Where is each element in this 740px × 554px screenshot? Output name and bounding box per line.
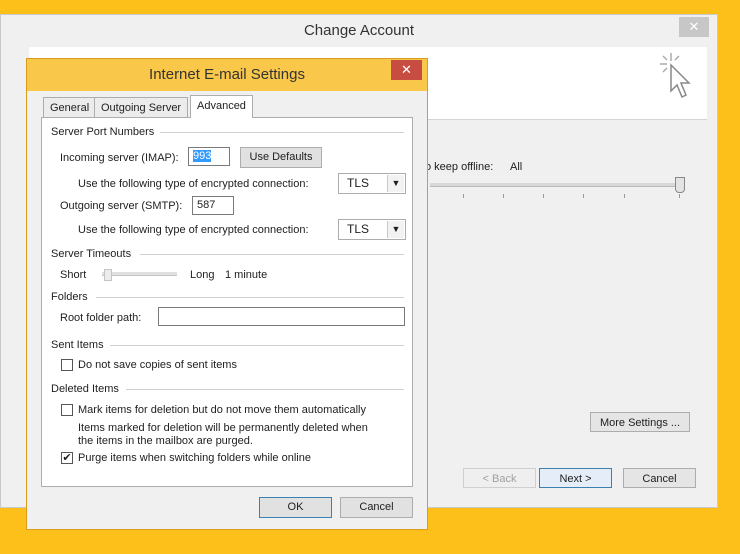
mark-for-deletion-label: Mark items for deletion but do not move … — [78, 404, 366, 416]
advanced-panel: Server Port Numbers Incoming server (IMA… — [41, 117, 413, 487]
tab-advanced[interactable]: Advanced — [190, 95, 253, 118]
folders-heading: Folders — [51, 291, 88, 303]
timeout-slider-thumb[interactable] — [104, 269, 112, 281]
change-account-close-button[interactable]: ✕ — [679, 17, 709, 37]
timeout-long-label: Long — [190, 269, 215, 281]
divider — [160, 132, 404, 133]
incoming-port-field[interactable]: 993 — [188, 147, 230, 166]
server-ports-heading: Server Port Numbers — [51, 126, 155, 138]
tab-outgoing-server[interactable]: Outgoing Server — [94, 97, 189, 117]
offline-value: All — [510, 161, 523, 173]
deletion-note-line1: Items marked for deletion will be perman… — [78, 422, 368, 434]
ok-button[interactable]: OK — [259, 497, 332, 518]
purge-items-checkbox[interactable]: ✔ — [61, 452, 73, 464]
server-timeouts-heading: Server Timeouts — [51, 248, 132, 260]
use-defaults-button[interactable]: Use Defaults — [240, 147, 322, 168]
internet-email-settings-dialog: Internet E-mail Settings ✕ General Outgo… — [26, 58, 428, 530]
slider-tick — [624, 194, 625, 198]
root-folder-label: Root folder path: — [60, 312, 142, 324]
timeout-value: 1 minute — [225, 269, 268, 281]
mark-for-deletion-checkbox[interactable] — [61, 404, 73, 416]
offline-slider-track — [430, 183, 684, 187]
offline-label: o keep offline: — [425, 161, 494, 173]
tab-general[interactable]: General — [43, 97, 97, 117]
slider-tick — [543, 194, 544, 198]
slider-tick — [679, 194, 680, 198]
no-save-sent-checkbox[interactable] — [61, 359, 73, 371]
slider-tick — [463, 194, 464, 198]
offline-slider[interactable] — [430, 177, 685, 205]
deleted-items-heading: Deleted Items — [51, 383, 119, 395]
divider — [96, 297, 404, 298]
slider-tick — [503, 194, 504, 198]
incoming-encryption-label: Use the following type of encrypted conn… — [78, 178, 309, 190]
dialog-close-button[interactable]: ✕ — [391, 60, 422, 80]
incoming-encryption-select[interactable]: TLS ▼ — [338, 173, 406, 194]
deletion-note-line2: the items in the mailbox are purged. — [78, 435, 253, 447]
slider-tick — [583, 194, 584, 198]
chevron-down-icon: ▼ — [387, 221, 404, 238]
purge-items-label: Purge items when switching folders while… — [78, 452, 311, 464]
outgoing-encryption-select[interactable]: TLS ▼ — [338, 219, 406, 240]
mouse-cursor-icon — [660, 53, 691, 99]
timeout-slider-track[interactable] — [102, 272, 177, 276]
timeout-short-label: Short — [60, 269, 87, 281]
incoming-encryption-value: TLS — [347, 176, 370, 190]
outgoing-encryption-label: Use the following type of encrypted conn… — [78, 224, 309, 236]
dialog-title: Internet E-mail Settings — [149, 66, 305, 83]
no-save-sent-label: Do not save copies of sent items — [78, 359, 237, 371]
outgoing-port-field[interactable]: 587 — [192, 196, 234, 215]
change-account-title: Change Account — [303, 22, 415, 39]
sent-items-heading: Sent Items — [51, 339, 104, 351]
dialog-cancel-button[interactable]: Cancel — [340, 497, 413, 518]
divider — [110, 345, 404, 346]
background-cancel-button[interactable]: Cancel — [623, 468, 696, 488]
root-folder-path-input[interactable] — [158, 307, 405, 326]
outgoing-encryption-value: TLS — [347, 222, 370, 236]
more-settings-button[interactable]: More Settings ... — [590, 412, 690, 432]
incoming-port-value: 993 — [193, 150, 212, 162]
checkmark-icon: ✔ — [62, 452, 72, 464]
outgoing-server-label: Outgoing server (SMTP): — [60, 200, 183, 212]
chevron-down-icon: ▼ — [387, 175, 404, 192]
back-button[interactable]: < Back — [463, 468, 536, 488]
divider — [126, 389, 404, 390]
next-button[interactable]: Next > — [539, 468, 612, 488]
divider — [140, 254, 404, 255]
incoming-server-label: Incoming server (IMAP): — [60, 152, 179, 164]
offline-slider-thumb[interactable] — [675, 177, 685, 193]
